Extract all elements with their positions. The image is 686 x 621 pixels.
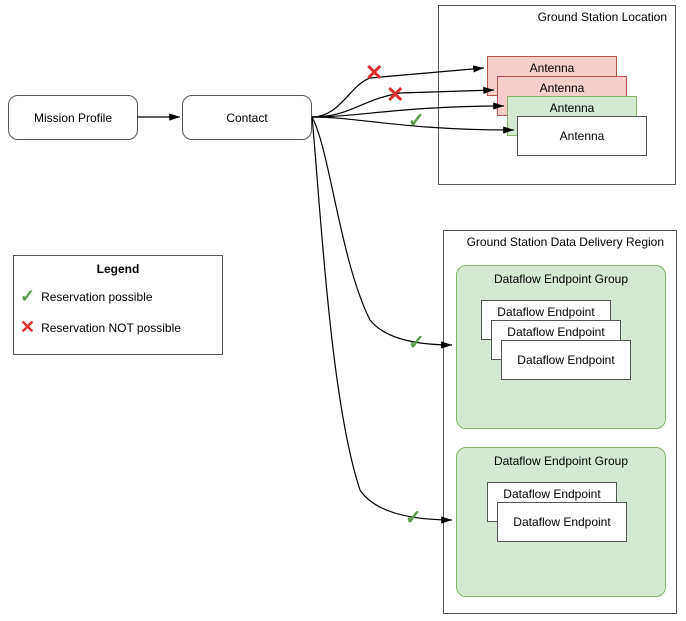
antenna-1-label: Antenna [530, 61, 575, 75]
legend-not-possible-text: Reservation NOT possible [41, 321, 181, 335]
dataflow-endpoint-group-1: Dataflow Endpoint Group Dataflow Endpoin… [456, 265, 666, 429]
dataflow-endpoint-1c: Dataflow Endpoint [501, 340, 631, 380]
check-icon: ✓ [405, 505, 422, 530]
legend-box: Legend ✓ Reservation possible ✕ Reservat… [13, 255, 223, 355]
dataflow-endpoint-group-2: Dataflow Endpoint Group Dataflow Endpoin… [456, 447, 666, 597]
mission-profile-label: Mission Profile [34, 111, 112, 125]
legend-title: Legend [20, 262, 216, 276]
dataflow-endpoint-1a-label: Dataflow Endpoint [497, 305, 594, 319]
dataflow-endpoint-2b-label: Dataflow Endpoint [513, 515, 610, 529]
dataflow-endpoint-group-1-title: Dataflow Endpoint Group [457, 272, 665, 286]
dataflow-endpoint-2a-label: Dataflow Endpoint [503, 487, 600, 501]
check-icon: ✓ [408, 108, 425, 133]
cross-icon: ✕ [386, 82, 404, 108]
mission-profile-node: Mission Profile [8, 95, 138, 140]
data-delivery-region-title: Ground Station Data Delivery Region [467, 235, 664, 249]
cross-icon: ✕ [20, 317, 35, 338]
contact-node: Contact [182, 95, 312, 140]
dataflow-endpoint-2b: Dataflow Endpoint [497, 502, 627, 542]
check-icon: ✓ [20, 286, 35, 307]
ground-station-location-title: Ground Station Location [538, 10, 667, 24]
cross-icon: ✕ [365, 60, 383, 86]
dataflow-endpoint-1c-label: Dataflow Endpoint [517, 353, 614, 367]
dataflow-endpoint-1b-label: Dataflow Endpoint [507, 325, 604, 339]
check-icon: ✓ [408, 330, 425, 355]
antenna-3-label: Antenna [550, 101, 595, 115]
contact-label: Contact [226, 111, 267, 125]
legend-possible-text: Reservation possible [41, 290, 152, 304]
data-delivery-region-container: Ground Station Data Delivery Region Data… [443, 230, 677, 614]
antenna-4: Antenna [517, 116, 647, 156]
dataflow-endpoint-group-2-title: Dataflow Endpoint Group [457, 454, 665, 468]
ground-station-location-container: Ground Station Location Antenna Antenna … [438, 5, 676, 185]
antenna-2-label: Antenna [540, 81, 585, 95]
antenna-4-label: Antenna [560, 129, 605, 143]
